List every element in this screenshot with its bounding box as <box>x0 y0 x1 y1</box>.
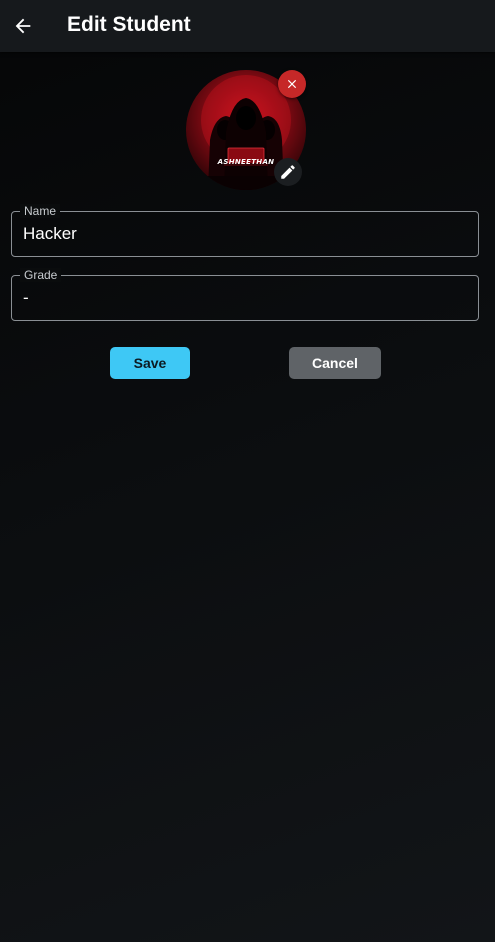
grade-field-label: Grade <box>20 268 62 282</box>
cancel-button[interactable]: Cancel <box>289 347 381 379</box>
name-field-label: Name <box>20 204 61 218</box>
save-button[interactable]: Save <box>110 347 190 379</box>
grade-input[interactable]: - <box>23 288 29 308</box>
back-button[interactable] <box>8 11 38 41</box>
edit-photo-button[interactable] <box>274 158 302 186</box>
remove-photo-button[interactable] <box>278 70 306 98</box>
page-title: Edit Student <box>67 13 191 36</box>
name-field[interactable]: Name Hacker <box>11 204 479 257</box>
pencil-icon <box>281 165 295 179</box>
grade-field[interactable]: Grade - <box>11 268 479 321</box>
name-input[interactable]: Hacker <box>23 224 77 244</box>
close-icon <box>287 79 297 89</box>
avatar-container: ASHNEETHAN <box>186 70 306 190</box>
app-bar: Edit Student <box>0 0 495 52</box>
arrow-left-icon <box>15 18 31 34</box>
